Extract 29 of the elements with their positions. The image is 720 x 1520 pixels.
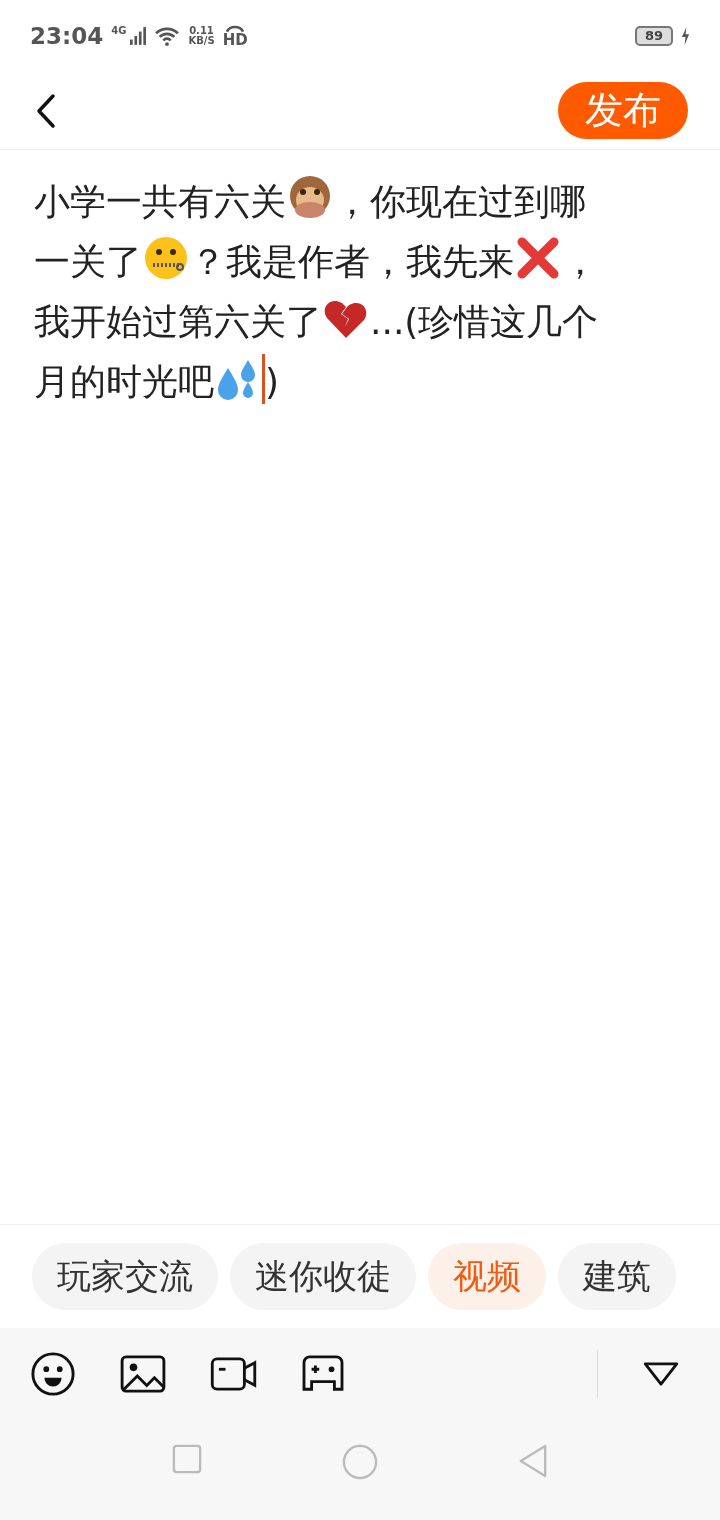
zipper-mouth-face-icon [142, 234, 190, 282]
image-icon[interactable] [120, 1355, 166, 1393]
video-camera-icon[interactable] [210, 1357, 258, 1391]
collapse-icon[interactable] [642, 1361, 680, 1387]
speed-value: 0.11 [189, 25, 214, 36]
post-text: 我开始过第六关了 [34, 301, 322, 342]
topic-chip[interactable]: 迷你收徒 [230, 1243, 416, 1310]
battery-level: 89 [634, 26, 673, 46]
wifi-icon [154, 26, 181, 46]
gamepad-icon[interactable] [302, 1355, 344, 1393]
post-text: 小学一共有六关 [34, 181, 286, 222]
text-cursor [262, 354, 265, 404]
topic-chip[interactable]: 建筑 [558, 1243, 676, 1310]
post-text: ...(珍惜这几个 [370, 301, 599, 342]
emoji-icon[interactable] [30, 1351, 76, 1397]
post-text: 月的时光吧 [34, 361, 214, 402]
post-text: ？我是作者，我先来 [190, 241, 514, 282]
clock-time: 23:04 [30, 21, 104, 51]
topic-chip[interactable]: 玩家交流 [32, 1243, 218, 1310]
call-icon [226, 24, 245, 33]
post-text: ，你现在过到哪 [334, 181, 586, 222]
signal-icon [130, 26, 147, 46]
network-type: 4G [111, 26, 127, 36]
post-text: 一关了 [34, 241, 142, 282]
post-text: ， [562, 241, 598, 282]
post-text: ) [265, 361, 280, 402]
speed-unit: KB/S [188, 36, 215, 47]
hd-indicator: HD [222, 32, 248, 48]
back-icon[interactable] [36, 92, 56, 129]
